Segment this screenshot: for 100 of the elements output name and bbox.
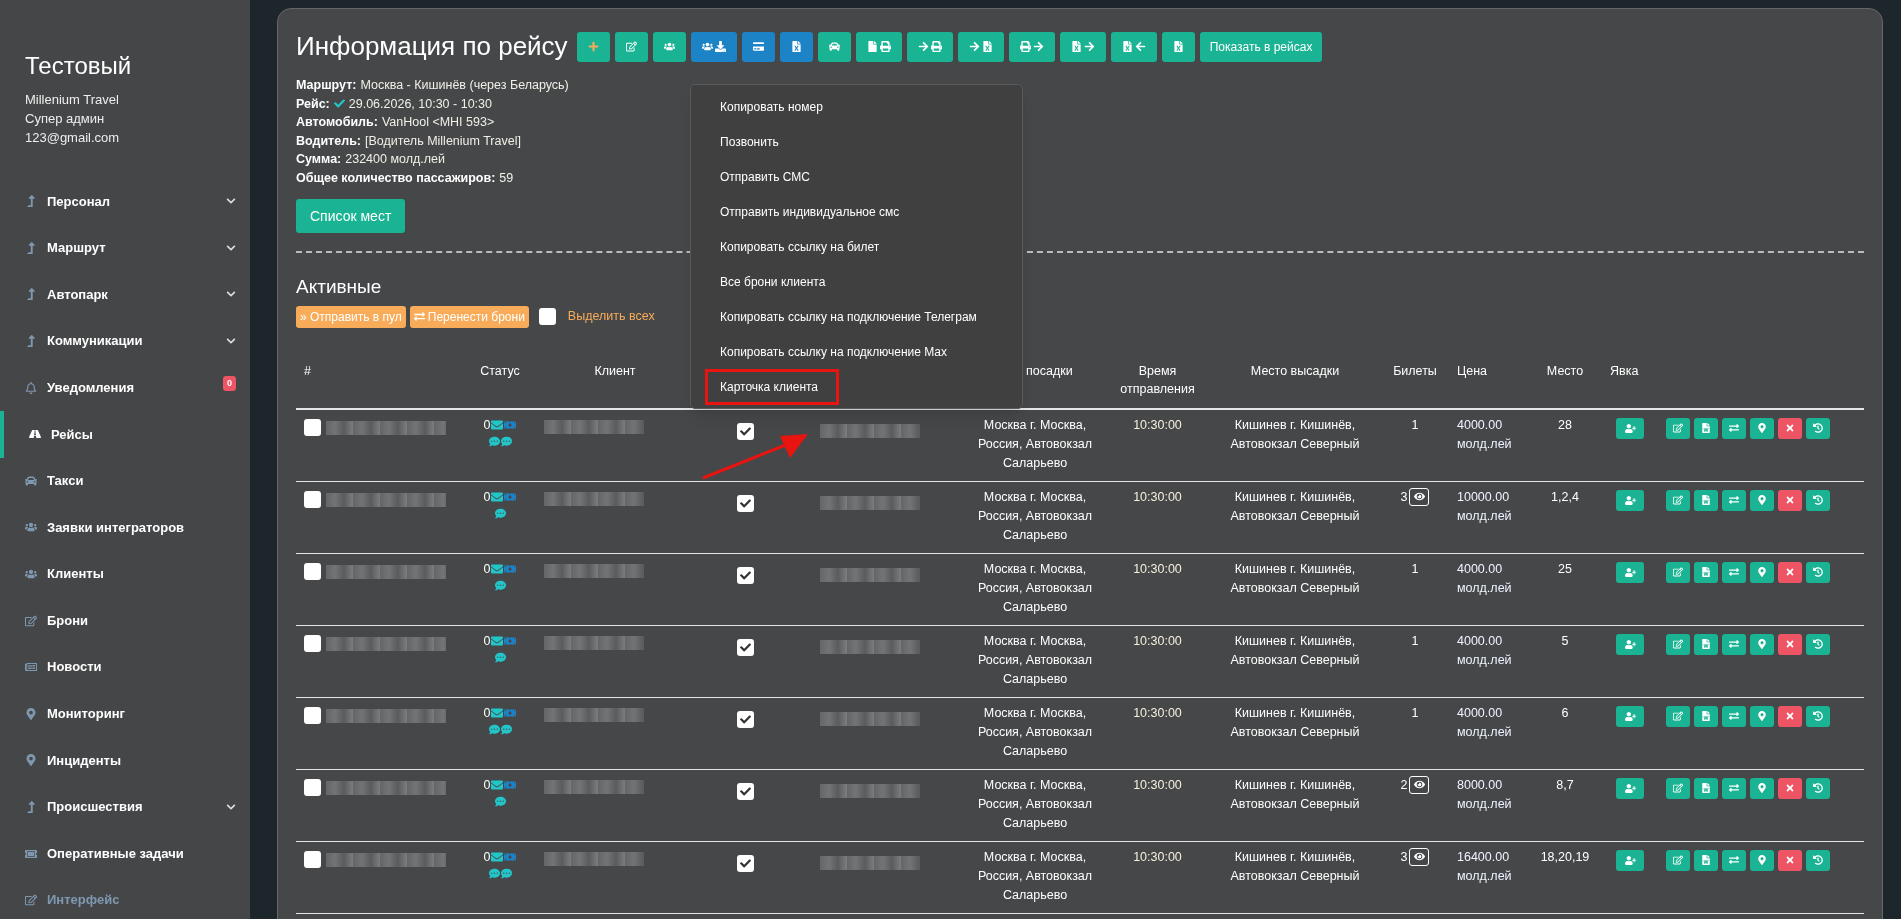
toolbar-button[interactable] <box>614 31 648 62</box>
edit-button[interactable] <box>1666 417 1690 439</box>
toolbar-button[interactable] <box>855 31 902 62</box>
sidebar-item[interactable]: Клиенты <box>0 550 250 598</box>
delete-button[interactable] <box>1778 777 1802 799</box>
check-in-button[interactable] <box>1616 849 1644 871</box>
chat-icon[interactable] <box>488 723 500 735</box>
menu-item[interactable]: Копировать ссылку на билет <box>705 228 895 265</box>
sidebar-item[interactable]: Коммуникации <box>0 317 250 365</box>
toolbar-button[interactable] <box>779 31 813 62</box>
toolbar-button[interactable] <box>652 31 686 62</box>
toolbar-button[interactable] <box>957 31 1004 62</box>
checkbox[interactable] <box>736 494 754 512</box>
menu-item[interactable]: Позвонить <box>705 123 794 160</box>
location-button[interactable] <box>1750 777 1774 799</box>
edit-button[interactable] <box>1666 633 1690 655</box>
chat-icon[interactable] <box>488 867 500 879</box>
check-in-button[interactable] <box>1616 561 1644 583</box>
delete-button[interactable] <box>1778 705 1802 727</box>
checkbox[interactable] <box>304 778 321 796</box>
checkbox[interactable] <box>304 706 321 724</box>
transfer-button[interactable] <box>1722 417 1746 439</box>
sidebar-item[interactable]: Заявки интеграторов <box>0 504 250 551</box>
check-in-button[interactable] <box>1616 633 1644 655</box>
document-button[interactable] <box>1694 633 1718 655</box>
location-button[interactable] <box>1750 489 1774 511</box>
sidebar-item[interactable]: Новости <box>0 643 250 691</box>
checkbox[interactable] <box>736 854 754 872</box>
transfer-button[interactable] <box>1722 849 1746 871</box>
toolbar-button[interactable] <box>906 31 953 62</box>
check-in-button[interactable] <box>1616 777 1644 799</box>
checkbox[interactable] <box>304 562 321 580</box>
document-button[interactable] <box>1694 705 1718 727</box>
toolbar-button[interactable] <box>576 31 610 62</box>
menu-item[interactable]: Карточка клиента <box>705 368 840 405</box>
toolbar-button[interactable] <box>1008 31 1055 62</box>
location-button[interactable] <box>1750 561 1774 583</box>
toolbar-button[interactable] <box>690 31 737 62</box>
checkbox[interactable] <box>304 490 321 508</box>
sidebar-item[interactable]: Уведомления 0 <box>0 364 250 411</box>
sidebar-item[interactable]: Брони <box>0 597 250 644</box>
checkbox[interactable] <box>304 850 321 868</box>
toolbar-button[interactable] <box>1110 31 1157 62</box>
view-tickets-button[interactable] <box>1409 847 1430 866</box>
checkbox[interactable] <box>538 308 556 325</box>
edit-button[interactable] <box>1666 849 1690 871</box>
checkbox[interactable] <box>736 566 754 584</box>
chat-icon[interactable] <box>500 867 512 879</box>
toolbar-button[interactable] <box>1161 31 1195 62</box>
transfer-button[interactable] <box>1722 777 1746 799</box>
sidebar-item[interactable]: Оперативные задачи <box>0 830 250 877</box>
checkbox[interactable] <box>304 418 321 436</box>
toolbar-button[interactable] <box>741 31 775 62</box>
menu-item[interactable]: Отправить СМС <box>705 158 826 195</box>
transfer-button[interactable] <box>1722 561 1746 583</box>
transfer-button[interactable] <box>1722 705 1746 727</box>
history-button[interactable] <box>1806 705 1830 727</box>
delete-button[interactable] <box>1778 489 1802 511</box>
toolbar-button[interactable] <box>1059 31 1106 62</box>
location-button[interactable] <box>1750 633 1774 655</box>
document-button[interactable] <box>1694 561 1718 583</box>
history-button[interactable] <box>1806 849 1830 871</box>
sidebar-item[interactable]: Автопарк <box>0 271 250 318</box>
document-button[interactable] <box>1694 849 1718 871</box>
location-button[interactable] <box>1750 705 1774 727</box>
menu-item[interactable]: Отправить индивидуальное смс <box>705 193 915 230</box>
check-in-button[interactable] <box>1616 705 1644 727</box>
chat-icon[interactable] <box>494 795 506 807</box>
sidebar-item[interactable]: Персонал <box>0 178 250 225</box>
view-tickets-button[interactable] <box>1409 775 1430 794</box>
history-button[interactable] <box>1806 489 1830 511</box>
checkbox[interactable] <box>736 422 754 440</box>
menu-item[interactable]: Копировать номер <box>705 88 838 125</box>
edit-button[interactable] <box>1666 705 1690 727</box>
chat-icon[interactable] <box>494 651 506 663</box>
chat-icon[interactable] <box>488 435 500 447</box>
chat-icon[interactable] <box>500 723 512 735</box>
sidebar-item[interactable]: Происшествия <box>0 783 250 831</box>
checkbox[interactable] <box>736 638 754 656</box>
chat-icon[interactable] <box>494 507 506 519</box>
menu-item[interactable]: Копировать ссылку на подключение Телеграм <box>705 298 992 335</box>
history-button[interactable] <box>1806 561 1830 583</box>
location-button[interactable] <box>1750 417 1774 439</box>
transfer-button[interactable] <box>1722 633 1746 655</box>
sidebar-item[interactable]: Рейсы <box>0 410 250 458</box>
checkbox[interactable] <box>304 634 321 652</box>
edit-button[interactable] <box>1666 489 1690 511</box>
edit-button[interactable] <box>1666 777 1690 799</box>
chat-icon[interactable] <box>500 435 512 447</box>
menu-item[interactable]: Копировать ссылку на подключение Max <box>705 333 962 370</box>
document-button[interactable] <box>1694 417 1718 439</box>
delete-button[interactable] <box>1778 561 1802 583</box>
delete-button[interactable] <box>1778 849 1802 871</box>
history-button[interactable] <box>1806 777 1830 799</box>
document-button[interactable] <box>1694 777 1718 799</box>
edit-button[interactable] <box>1666 561 1690 583</box>
location-button[interactable] <box>1750 849 1774 871</box>
check-in-button[interactable] <box>1616 489 1644 511</box>
sidebar-item[interactable]: Маршрут <box>0 224 250 272</box>
sidebar-item[interactable]: Мониторинг <box>0 690 250 738</box>
